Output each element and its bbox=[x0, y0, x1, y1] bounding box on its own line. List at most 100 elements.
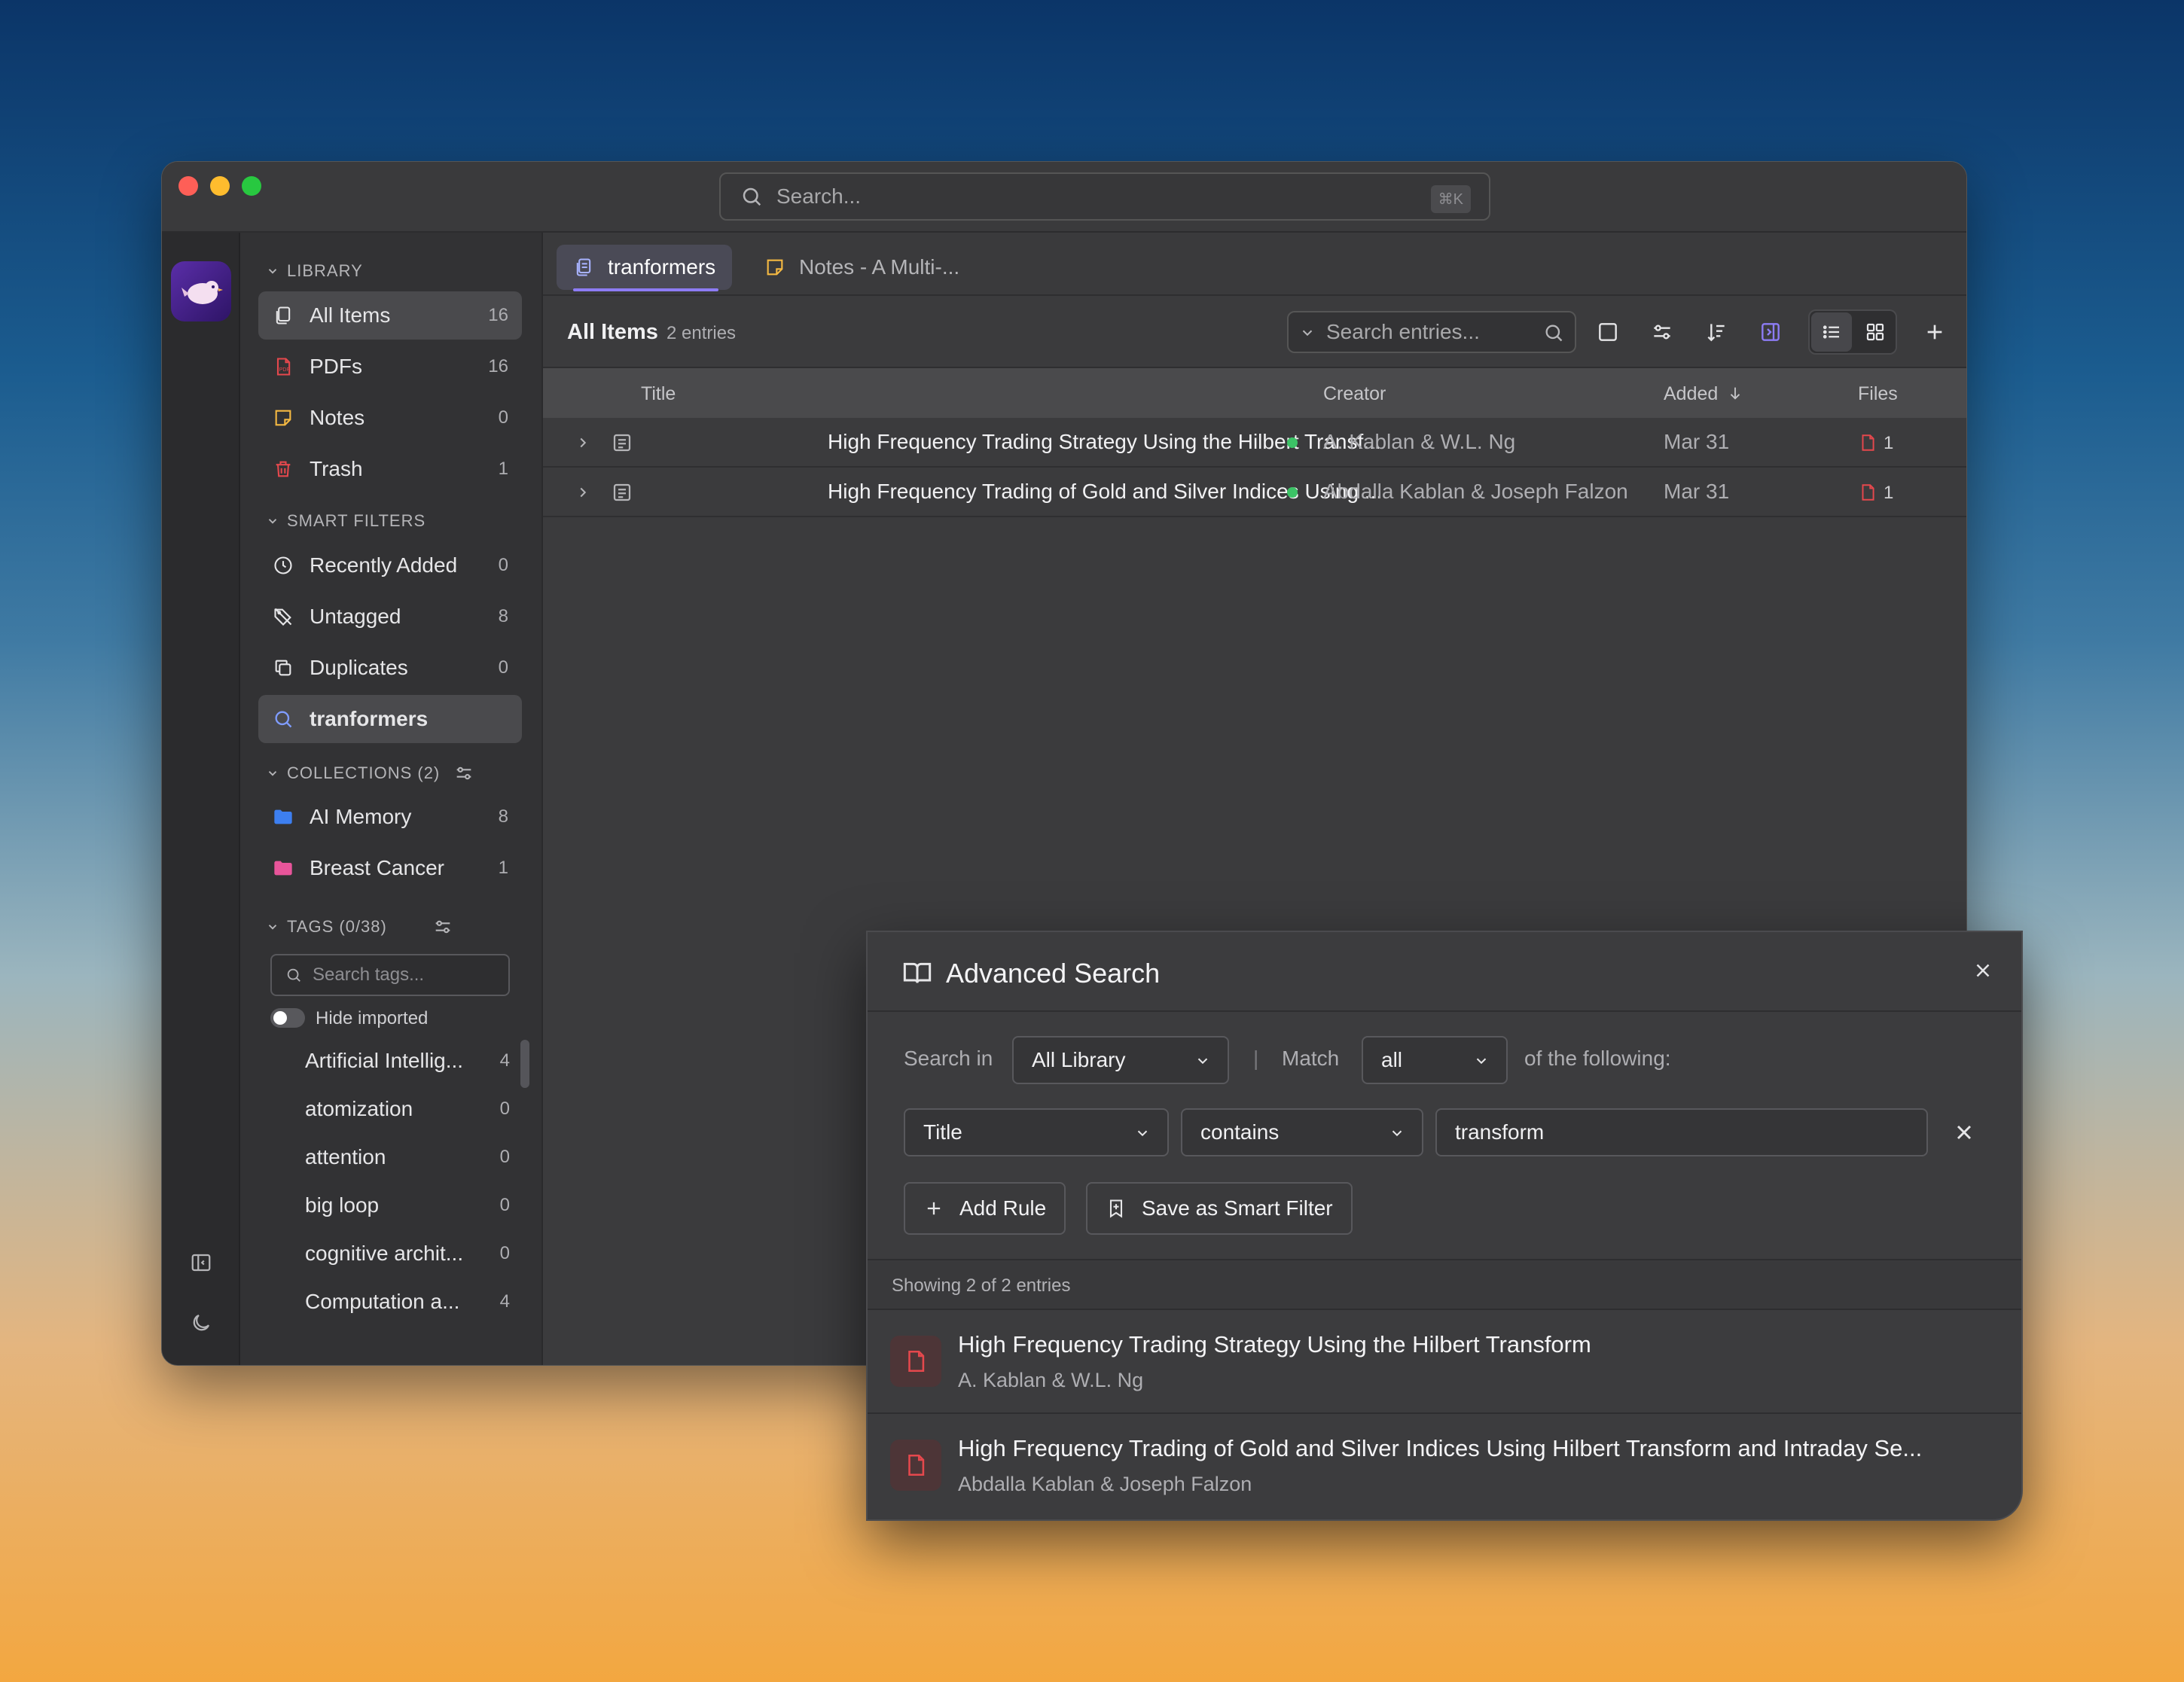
search-result-item[interactable]: High Frequency Trading of Gold and Silve… bbox=[868, 1414, 2021, 1518]
select-all-checkbox-icon[interactable] bbox=[1593, 317, 1623, 347]
results-summary: Showing 2 of 2 entries bbox=[868, 1259, 2021, 1310]
tag-label: Artificial Intellig... bbox=[305, 1049, 464, 1072]
search-in-select[interactable]: All Library bbox=[1012, 1036, 1229, 1084]
rule-field-select[interactable]: Title bbox=[904, 1108, 1169, 1156]
pdf-icon[interactable] bbox=[1858, 433, 1877, 452]
table-header: Title Creator Added Files bbox=[543, 368, 1966, 418]
sidebar-item-all-items[interactable]: All Items 16 bbox=[258, 291, 522, 340]
sidebar-item-untagged[interactable]: Untagged 8 bbox=[258, 593, 522, 641]
chevron-down-icon bbox=[268, 771, 277, 776]
sidebar-item-label: Recently Added bbox=[310, 553, 458, 577]
tab-notes[interactable]: Notes - A Multi-... bbox=[748, 245, 976, 290]
rule-value-input[interactable]: transform bbox=[1435, 1108, 1928, 1156]
tag-label: atomization bbox=[305, 1097, 413, 1120]
tag-item[interactable]: Artificial Intellig... 4 bbox=[305, 1046, 510, 1076]
tags-scrollbar[interactable] bbox=[520, 1040, 529, 1088]
rule-field-value: Title bbox=[923, 1120, 962, 1144]
row-creator: A. Kablan & W.L. Ng bbox=[1323, 430, 1516, 453]
rule-operator-select[interactable]: contains bbox=[1181, 1108, 1423, 1156]
save-smart-filter-button[interactable]: Save as Smart Filter bbox=[1086, 1182, 1353, 1235]
sidebar-item-trash[interactable]: Trash 1 bbox=[258, 445, 522, 493]
column-header-title[interactable]: Title bbox=[641, 383, 676, 405]
tab-tranformers[interactable]: tranformers bbox=[557, 245, 733, 291]
tag-search-input[interactable]: Search tags... bbox=[270, 954, 510, 996]
tag-item[interactable]: atomization 0 bbox=[305, 1094, 510, 1124]
bird-logo-icon bbox=[181, 281, 223, 304]
match-select[interactable]: all bbox=[1362, 1036, 1508, 1084]
hide-imported-toggle[interactable] bbox=[270, 1008, 305, 1028]
documents-icon bbox=[576, 258, 591, 276]
tag-item[interactable]: big loop 0 bbox=[305, 1190, 510, 1220]
grid-view-button[interactable] bbox=[1855, 312, 1896, 352]
collections-header-label: COLLECTIONS (2) bbox=[287, 763, 441, 782]
list-view-button[interactable] bbox=[1811, 312, 1852, 352]
sidebar-item-label: Untagged bbox=[310, 605, 401, 628]
result-title: High Frequency Trading of Gold and Silve… bbox=[958, 1435, 1923, 1461]
sidebar-item-ai-memory[interactable]: AI Memory 8 bbox=[258, 793, 522, 841]
moon-icon[interactable] bbox=[186, 1308, 216, 1338]
filter-settings-icon[interactable] bbox=[432, 916, 453, 937]
pdf-icon[interactable] bbox=[1858, 483, 1877, 502]
close-window-button[interactable] bbox=[178, 176, 198, 196]
document-icon bbox=[613, 483, 631, 501]
tag-search-placeholder: Search tags... bbox=[313, 964, 425, 985]
trash-icon bbox=[272, 458, 294, 480]
add-rule-label: Add Rule bbox=[959, 1196, 1047, 1220]
sort-icon[interactable] bbox=[1701, 317, 1731, 347]
chevron-down-icon bbox=[1197, 1058, 1208, 1065]
entries-search-input[interactable]: Search entries... bbox=[1287, 311, 1576, 353]
chevron-right-icon[interactable] bbox=[575, 434, 591, 451]
sidebar-item-tranformers[interactable]: tranformers bbox=[258, 695, 522, 743]
close-icon[interactable] bbox=[1972, 959, 1994, 982]
chevron-down-icon bbox=[1302, 330, 1313, 337]
column-header-files[interactable]: Files bbox=[1858, 383, 1898, 405]
table-row[interactable]: High Frequency Trading Strategy Using th… bbox=[543, 418, 1966, 468]
chevron-down-icon bbox=[1476, 1058, 1487, 1065]
tags-section-header[interactable]: TAGS (0/38) bbox=[266, 916, 453, 937]
sidebar-item-count: 0 bbox=[498, 555, 508, 575]
library-section-header[interactable]: LIBRARY bbox=[266, 261, 363, 281]
filter-settings-icon[interactable] bbox=[1647, 317, 1677, 347]
search-in-value: All Library bbox=[1032, 1048, 1126, 1071]
tag-item[interactable]: Computation a... 4 bbox=[305, 1287, 510, 1317]
column-header-creator[interactable]: Creator bbox=[1323, 383, 1386, 405]
collections-section-header[interactable]: COLLECTIONS (2) bbox=[266, 763, 474, 784]
add-rule-button[interactable]: Add Rule bbox=[904, 1182, 1066, 1235]
sidebar-item-breast-cancer[interactable]: Breast Cancer 1 bbox=[258, 844, 522, 892]
toggle-panel-icon[interactable] bbox=[1755, 317, 1786, 347]
smart-filters-section-header[interactable]: SMART FILTERS bbox=[266, 511, 426, 531]
clock-icon bbox=[272, 554, 294, 577]
chevron-right-icon[interactable] bbox=[575, 484, 591, 501]
advanced-search-header: Advanced Search bbox=[868, 932, 2021, 1012]
app-logo[interactable] bbox=[171, 261, 231, 321]
svg-text:PDF: PDF bbox=[279, 367, 290, 373]
library-header-label: LIBRARY bbox=[287, 261, 363, 280]
tag-label: attention bbox=[305, 1145, 386, 1169]
search-result-item[interactable]: High Frequency Trading Strategy Using th… bbox=[868, 1310, 2021, 1414]
maximize-window-button[interactable] bbox=[242, 176, 261, 196]
remove-rule-icon[interactable] bbox=[1952, 1120, 1976, 1144]
tag-item[interactable]: attention 0 bbox=[305, 1142, 510, 1172]
tag-item[interactable]: cognitive archit... 0 bbox=[305, 1239, 510, 1269]
filter-settings-icon[interactable] bbox=[453, 763, 474, 784]
tag-label: big loop bbox=[305, 1193, 380, 1217]
sidebar-item-recently-added[interactable]: Recently Added 0 bbox=[258, 541, 522, 590]
minimize-window-button[interactable] bbox=[210, 176, 230, 196]
sidebar-item-duplicates[interactable]: Duplicates 0 bbox=[258, 644, 522, 692]
sort-arrow-down-icon bbox=[1730, 387, 1740, 400]
hide-imported-label: Hide imported bbox=[316, 1008, 429, 1028]
sidebar-item-notes[interactable]: Notes 0 bbox=[258, 394, 522, 442]
add-item-plus-icon[interactable] bbox=[1920, 317, 1950, 347]
pdf-icon bbox=[890, 1336, 941, 1387]
sidebar-item-label: AI Memory bbox=[310, 805, 412, 828]
row-title: High Frequency Trading of Gold and Silve… bbox=[828, 480, 1383, 503]
result-authors: A. Kablan & W.L. Ng bbox=[958, 1369, 1144, 1391]
global-search-input[interactable]: Search... ⌘K bbox=[719, 172, 1490, 221]
list-view-icon bbox=[1823, 325, 1839, 339]
tag-count: 0 bbox=[499, 1195, 510, 1215]
sidebar-item-pdfs[interactable]: PDF PDFs 16 bbox=[258, 343, 522, 391]
tag-label: cognitive archit... bbox=[305, 1242, 464, 1265]
table-row[interactable]: High Frequency Trading of Gold and Silve… bbox=[543, 468, 1966, 517]
toggle-sidebar-icon[interactable] bbox=[186, 1248, 216, 1278]
column-header-added[interactable]: Added bbox=[1664, 383, 1718, 405]
